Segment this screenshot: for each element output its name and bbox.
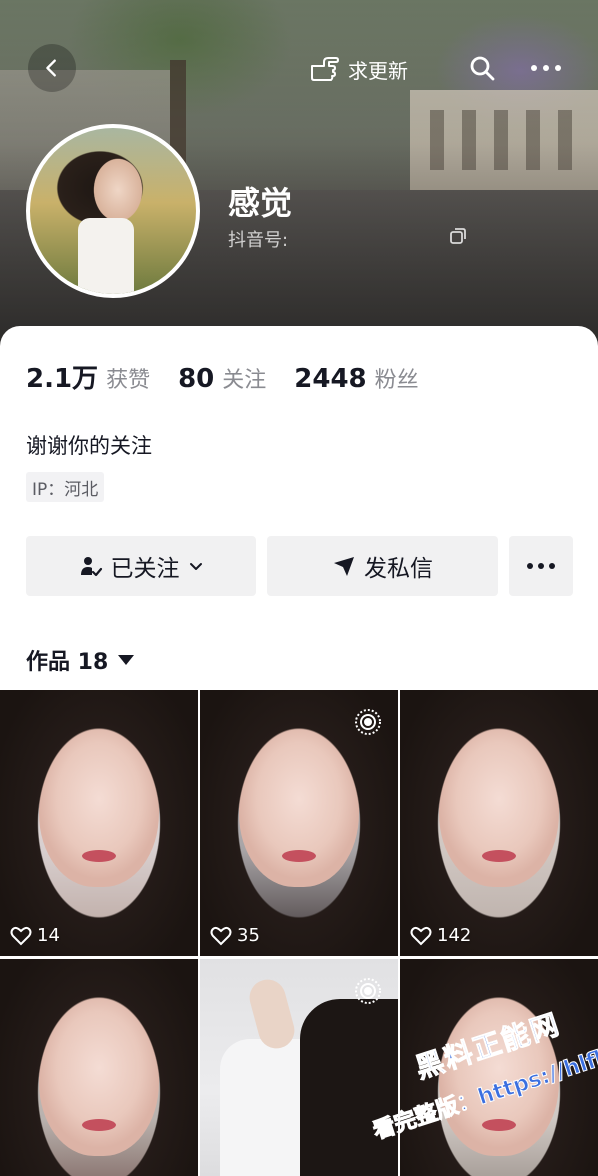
- send-message-button[interactable]: 发私信: [267, 536, 498, 596]
- tab-works[interactable]: 作品 18: [26, 644, 135, 676]
- more-options-button[interactable]: [520, 48, 572, 88]
- like-count: 35: [210, 925, 260, 946]
- video-tile[interactable]: [0, 959, 198, 1176]
- live-photo-icon: [355, 978, 381, 1004]
- heart-icon: [210, 926, 232, 945]
- works-tab-label: 作品 18: [26, 650, 109, 675]
- send-icon: [334, 557, 354, 576]
- like-count: 14: [10, 925, 60, 946]
- like-count-value: 142: [437, 925, 472, 946]
- like-count-value: 35: [237, 925, 260, 946]
- ip-location-badge: IP：河北: [26, 472, 105, 502]
- search-icon: [470, 56, 495, 81]
- video-tile[interactable]: 35: [200, 690, 398, 956]
- more-dots-icon: [527, 563, 555, 569]
- video-tile[interactable]: [400, 959, 598, 1176]
- heart-icon: [10, 926, 32, 945]
- tile-portrait-hair: [300, 999, 398, 1176]
- following-button[interactable]: 已关注: [26, 536, 256, 596]
- video-tile[interactable]: 14: [0, 690, 198, 956]
- tile-portrait-hair: [400, 690, 598, 956]
- back-button[interactable]: [28, 44, 76, 92]
- chevron-left-icon: [46, 59, 56, 77]
- video-tile[interactable]: [200, 959, 398, 1176]
- more-actions-button[interactable]: [509, 536, 573, 596]
- request-update-button[interactable]: 求更新: [306, 48, 408, 90]
- stat-likes[interactable]: 2.1万 获赞: [26, 358, 150, 395]
- stat-followers-label: 粉丝: [374, 368, 419, 393]
- send-message-label: 发私信: [364, 556, 433, 582]
- live-photo-icon: [355, 709, 381, 735]
- stat-following-value: 80: [178, 364, 215, 394]
- stat-followers[interactable]: 2448 粉丝: [294, 362, 418, 394]
- tile-portrait-hair: [0, 690, 198, 956]
- tile-portrait-hair: [400, 959, 598, 1176]
- stat-followers-value: 2448: [294, 364, 367, 394]
- request-update-label: 求更新: [348, 58, 408, 83]
- stat-following[interactable]: 80 关注: [178, 362, 266, 394]
- stat-likes-value: 2.1万: [26, 364, 99, 394]
- tile-portrait-hair: [0, 959, 198, 1176]
- username: 感觉: [228, 184, 293, 222]
- stat-likes-label: 获赞: [106, 368, 151, 393]
- like-count-value: 14: [37, 925, 60, 946]
- user-check-icon: [80, 557, 102, 577]
- caret-down-icon: [118, 655, 135, 665]
- heart-icon: [410, 926, 432, 945]
- avatar[interactable]: [26, 124, 200, 298]
- stats-row: 2.1万 获赞 80 关注 2448 粉丝: [26, 358, 447, 395]
- like-count: 142: [410, 925, 471, 946]
- stat-following-label: 关注: [222, 368, 267, 393]
- more-dots-icon: [531, 65, 561, 71]
- copy-icon[interactable]: [448, 226, 468, 246]
- search-button[interactable]: [462, 48, 502, 88]
- video-tile[interactable]: 142: [400, 690, 598, 956]
- douyin-id: 抖音号:: [228, 230, 289, 251]
- pointing-hand-icon: [311, 57, 339, 81]
- works-grid: 14 35 142: [0, 690, 598, 1176]
- bio: 谢谢你的关注: [26, 434, 152, 458]
- chevron-down-icon: [189, 563, 202, 570]
- following-label: 已关注: [110, 556, 180, 582]
